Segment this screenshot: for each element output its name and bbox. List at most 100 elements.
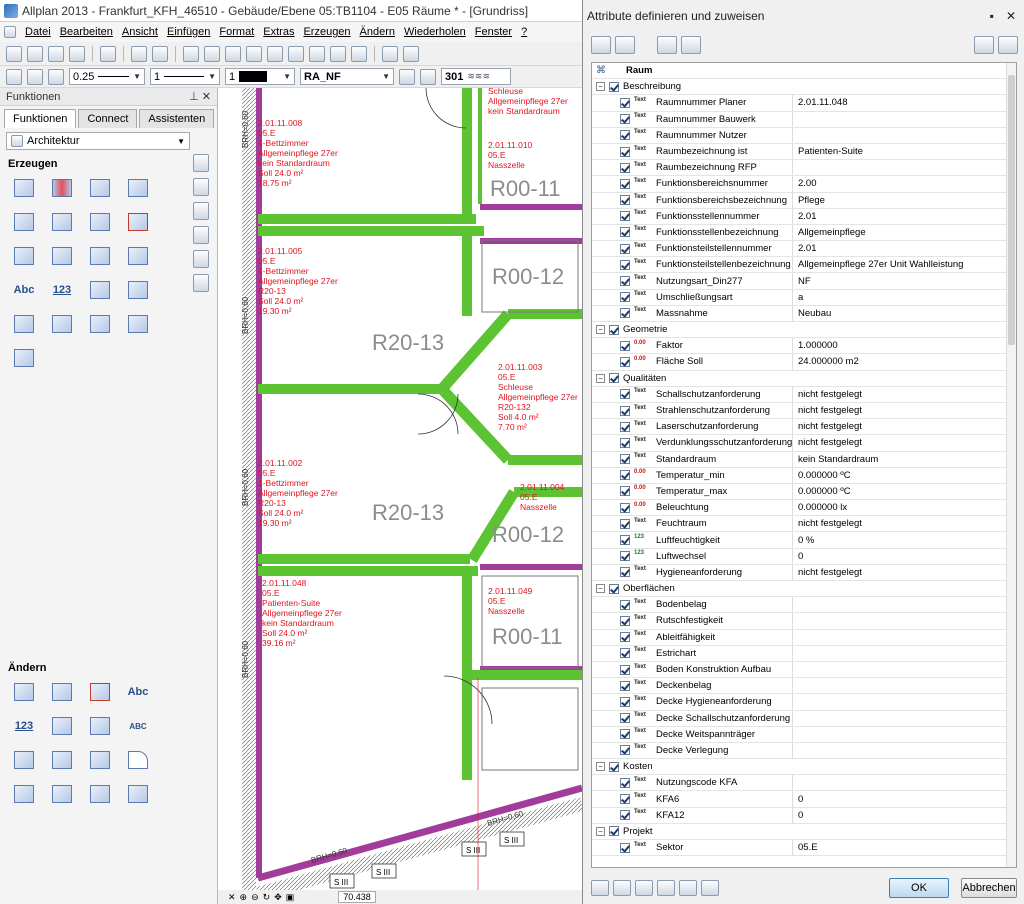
attribute-checkbox[interactable] — [620, 437, 630, 448]
stair-icon[interactable] — [50, 210, 74, 234]
save-icon[interactable] — [48, 45, 64, 62]
attribute-checkbox[interactable] — [620, 356, 630, 367]
attribute-checkbox[interactable] — [620, 405, 630, 416]
modify-opening-icon[interactable] — [50, 714, 74, 738]
window-icon[interactable] — [330, 45, 346, 62]
menu-fenster[interactable]: Fenster — [475, 26, 512, 38]
group-checkbox[interactable] — [609, 761, 619, 772]
attribute-row[interactable]: Text Sektor 05.E — [592, 840, 1016, 857]
magic-wand-icon[interactable] — [88, 244, 112, 268]
attribute-value-field[interactable]: Neubau — [798, 308, 831, 319]
open-file-icon[interactable] — [27, 45, 43, 62]
attribute-checkbox[interactable] — [620, 130, 630, 141]
new-file-icon[interactable] — [6, 45, 22, 62]
attribute-row[interactable]: 123 Luftwechsel 0 — [592, 548, 1016, 565]
menu-format[interactable]: Format — [219, 26, 254, 38]
attribute-row[interactable]: Text Nutzungsart_Din277 NF — [592, 273, 1016, 290]
menu-einfuegen[interactable]: Einfügen — [167, 26, 210, 38]
edit-attribute-icon[interactable]: ABC — [126, 714, 150, 738]
attribute-row[interactable]: Text Decke Hygieneanforderung — [592, 694, 1016, 711]
pan-icon[interactable]: ✥ — [274, 892, 282, 903]
attribute-checkbox[interactable] — [620, 195, 630, 206]
attribute-value-field[interactable]: nicht festgelegt — [798, 389, 862, 400]
attribute-link-icon[interactable] — [681, 36, 701, 54]
attribute-row[interactable]: 0.00 Fläche Soll 24.000000 m2 — [592, 354, 1016, 371]
attribute-row[interactable]: Text Rutschfestigkeit — [592, 613, 1016, 630]
attribute-value-field[interactable]: 2.01 — [798, 243, 817, 254]
group-checkbox[interactable] — [609, 826, 619, 837]
attribute-row[interactable]: Text Raumnummer Planer 2.01.11.048 — [592, 95, 1016, 112]
attribute-checkbox[interactable] — [620, 535, 630, 546]
attribute-row[interactable]: 0.00 Faktor 1.000000 — [592, 338, 1016, 355]
attribute-row[interactable]: Text Laserschutzanforderung nicht festgele… — [592, 419, 1016, 436]
attribute-row[interactable]: Text Verdunklungsschutzanforderung nicht f… — [592, 435, 1016, 452]
attribute-value-field[interactable]: 0 — [798, 810, 803, 821]
brush-erase-icon[interactable] — [126, 782, 150, 806]
move-up-icon[interactable] — [679, 880, 697, 896]
attribute-row[interactable]: Text Funktionsteilstellennummer 2.01 — [592, 241, 1016, 258]
attribute-group-row[interactable]: − Projekt — [592, 823, 1016, 840]
attribute-row[interactable]: Text Feuchtraum nicht festgelegt — [592, 516, 1016, 533]
attribute-checkbox[interactable] — [620, 454, 630, 465]
screen-icon[interactable] — [351, 45, 367, 62]
attribute-checkbox[interactable] — [620, 729, 630, 740]
attribute-row[interactable]: Text Decke Verlegung — [592, 742, 1016, 760]
close-view-icon[interactable]: ✕ — [228, 892, 236, 903]
pencil-icon[interactable] — [27, 68, 43, 85]
attribute-checkbox[interactable] — [620, 810, 630, 821]
format-icon[interactable] — [12, 782, 36, 806]
undo-icon[interactable] — [131, 45, 147, 62]
attribute-value-field[interactable]: 2.01.11.048 — [798, 97, 847, 108]
symbol-icon[interactable] — [126, 244, 150, 268]
group-checkbox[interactable] — [609, 583, 619, 594]
delete-icon[interactable] — [246, 45, 262, 62]
attribute-value-field[interactable]: Allgemeinpflege 27er Unit Wahlleistung — [798, 259, 963, 270]
attribute-row[interactable]: Text Schallschutzanforderung nicht festgel… — [592, 386, 1016, 403]
attribute-row[interactable]: Text Funktionsstellennummer 2.01 — [592, 208, 1016, 225]
favorite-load-icon[interactable] — [974, 36, 994, 54]
side-tool-1-icon[interactable] — [193, 154, 209, 172]
window-object-icon[interactable] — [126, 210, 150, 234]
attribute-value-field[interactable]: Allgemeinpflege — [798, 227, 866, 238]
fillet-icon[interactable] — [126, 748, 150, 772]
attribute-row[interactable]: Text Funktionsteilstellenbezeichnung Allge… — [592, 257, 1016, 274]
attribute-checkbox[interactable] — [620, 502, 630, 513]
attribute-row[interactable]: Text Ableitfähigkeit — [592, 629, 1016, 646]
cut-icon[interactable] — [183, 45, 199, 62]
attribute-checkbox[interactable] — [620, 97, 630, 108]
attribute-row[interactable]: Text Estrichart — [592, 645, 1016, 662]
scrollbar-thumb[interactable] — [1008, 75, 1015, 345]
layer-select[interactable]: RA_NF ▼ — [300, 68, 394, 85]
attribute-row[interactable]: Text Raumbezeichnung ist Patienten-Suite — [592, 143, 1016, 161]
attribute-group-row[interactable]: − Kosten — [592, 759, 1016, 776]
attribute-row[interactable]: Text Funktionsstellenbezeichnung Allgemein… — [592, 224, 1016, 242]
globe-icon[interactable] — [382, 45, 398, 62]
attribute-value-field[interactable]: Pflege — [798, 195, 825, 206]
attribute-checkbox[interactable] — [620, 162, 630, 173]
drawing-canvas[interactable]: BRH=0,60 BRH=0,60 BRH=0,60 BRH=0,60 BRH=… — [218, 88, 582, 894]
attribute-row[interactable]: Text Raumnummer Nutzer — [592, 127, 1016, 144]
copy-attributes-icon[interactable] — [613, 880, 631, 896]
attribute-checkbox[interactable] — [620, 227, 630, 238]
group-checkbox[interactable] — [609, 324, 619, 335]
preview-icon[interactable] — [100, 45, 116, 62]
attribute-checkbox[interactable] — [620, 648, 630, 659]
ok-button[interactable]: OK — [889, 878, 949, 898]
attribute-checkbox[interactable] — [620, 146, 630, 157]
layer-settings-icon[interactable] — [399, 68, 415, 85]
attribute-checkbox[interactable] — [620, 567, 630, 578]
attribute-abc-icon[interactable] — [88, 312, 112, 336]
attribute-value-field[interactable]: 0.000000 ºC — [798, 486, 851, 497]
line-type-select[interactable]: 1 ▼ — [150, 68, 220, 85]
attribute-checkbox[interactable] — [620, 551, 630, 562]
attribute-checkbox[interactable] — [620, 470, 630, 481]
edit-text-icon[interactable]: Abc — [126, 680, 150, 704]
document-icon[interactable] — [4, 26, 16, 38]
layer-stack-icon[interactable] — [50, 312, 74, 336]
attribute-checkbox[interactable] — [620, 421, 630, 432]
minimize-icon[interactable]: ▪ — [990, 9, 994, 23]
attribute-checkbox[interactable] — [620, 486, 630, 497]
wall-icon[interactable] — [12, 176, 36, 200]
roof-icon[interactable] — [88, 210, 112, 234]
attribute-row[interactable]: Text Funktionsbereichsnummer 2.00 — [592, 176, 1016, 193]
